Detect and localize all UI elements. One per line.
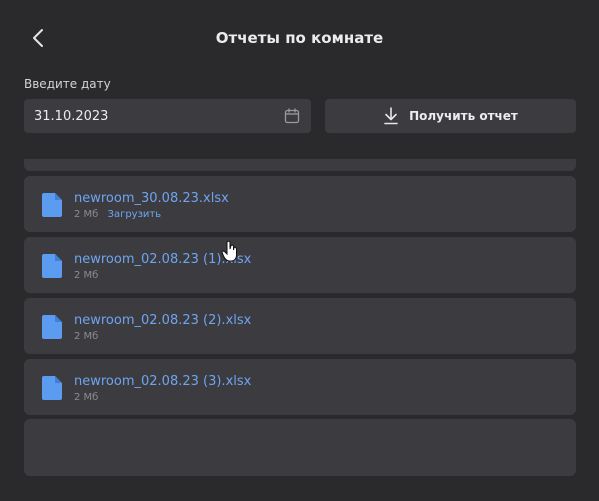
file-item[interactable]: newroom_02.08.23 (2).xlsx 2 Мб — [24, 298, 576, 354]
file-icon — [42, 315, 62, 339]
get-report-button[interactable]: Получить отчет — [325, 99, 576, 133]
file-size: 2 Мб — [74, 270, 99, 281]
file-size: 2 Мб — [74, 331, 99, 342]
header: Отчеты по комнате — [0, 0, 599, 78]
download-icon — [384, 107, 398, 125]
file-meta: 2 Мб — [74, 331, 98, 342]
file-item[interactable]: newroom_02.08.23 (1).xlsx 2 Мб — [24, 237, 576, 293]
file-meta: 2 Мб Загрузить — [74, 209, 161, 220]
file-name[interactable]: newroom_02.08.23 (2).xlsx — [74, 313, 251, 328]
list-item-empty — [24, 419, 576, 476]
file-name[interactable]: newroom_02.08.23 (3).xlsx — [74, 374, 251, 389]
file-meta: 2 Мб — [74, 270, 98, 281]
file-name[interactable]: newroom_30.08.23.xlsx — [74, 191, 229, 206]
file-icon — [42, 254, 62, 278]
file-list: newroom_30.08.23.xlsx 2 Мб Загрузить new… — [24, 159, 576, 480]
get-report-label: Получить отчет — [409, 109, 518, 123]
file-size: 2 Мб — [74, 392, 99, 403]
calendar-icon[interactable] — [283, 107, 301, 125]
date-input[interactable] — [34, 108, 283, 124]
file-item[interactable]: newroom_02.08.23 (3).xlsx 2 Мб — [24, 359, 576, 415]
file-item[interactable]: newroom_30.08.23.xlsx 2 Мб Загрузить — [24, 176, 576, 232]
page-title: Отчеты по комнате — [215, 29, 384, 47]
date-field[interactable] — [24, 99, 311, 133]
download-link[interactable]: Загрузить — [108, 209, 162, 220]
file-icon — [42, 193, 62, 217]
hand-cursor-icon — [221, 240, 237, 262]
date-label: Введите дату — [24, 77, 111, 91]
file-size: 2 Мб — [74, 209, 99, 220]
file-icon — [42, 376, 62, 400]
list-item-partial — [24, 159, 576, 171]
file-meta: 2 Мб — [74, 392, 98, 403]
